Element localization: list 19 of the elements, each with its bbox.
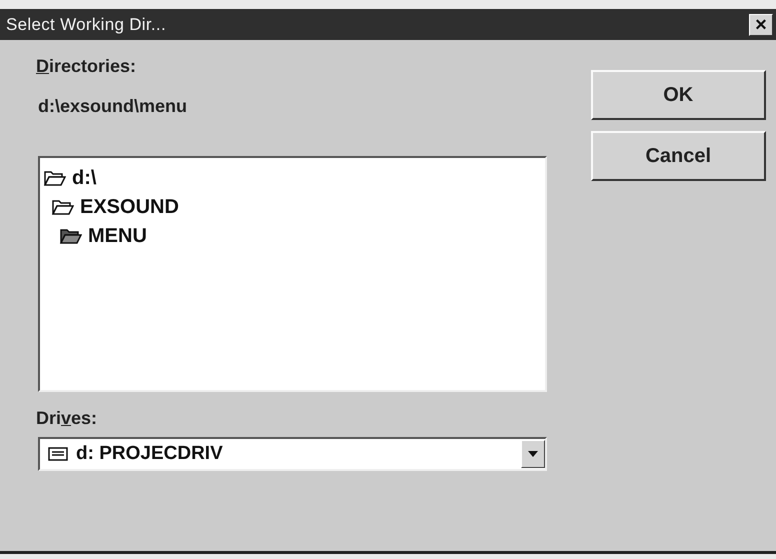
drive-icon xyxy=(48,447,68,461)
directory-item[interactable]: EXSOUND xyxy=(80,196,179,219)
caret-icon xyxy=(528,451,538,457)
close-button[interactable]: × xyxy=(749,14,773,36)
window-title: Select Working Dir... xyxy=(6,14,166,34)
folder-icon xyxy=(52,199,74,216)
dropdown-button[interactable] xyxy=(520,440,545,468)
cancel-button[interactable]: Cancel xyxy=(590,131,766,181)
drive-value: d: PROJECDRIV xyxy=(76,443,224,465)
current-path: d:\exsound\menu xyxy=(38,96,188,117)
directory-list[interactable]: d:\ EXSOUND MENU xyxy=(38,156,547,392)
filled-folder-icon xyxy=(60,228,82,245)
field-label: Directories: xyxy=(36,56,138,77)
folder-icon xyxy=(44,170,66,187)
drive-dropdown[interactable]: d: PROJECDRIV xyxy=(38,437,547,471)
field-label: Drives: xyxy=(36,408,98,429)
ok-button[interactable]: OK xyxy=(590,70,766,120)
directory-item[interactable]: MENU xyxy=(88,225,147,248)
directory-item[interactable]: d:\ xyxy=(72,167,96,190)
